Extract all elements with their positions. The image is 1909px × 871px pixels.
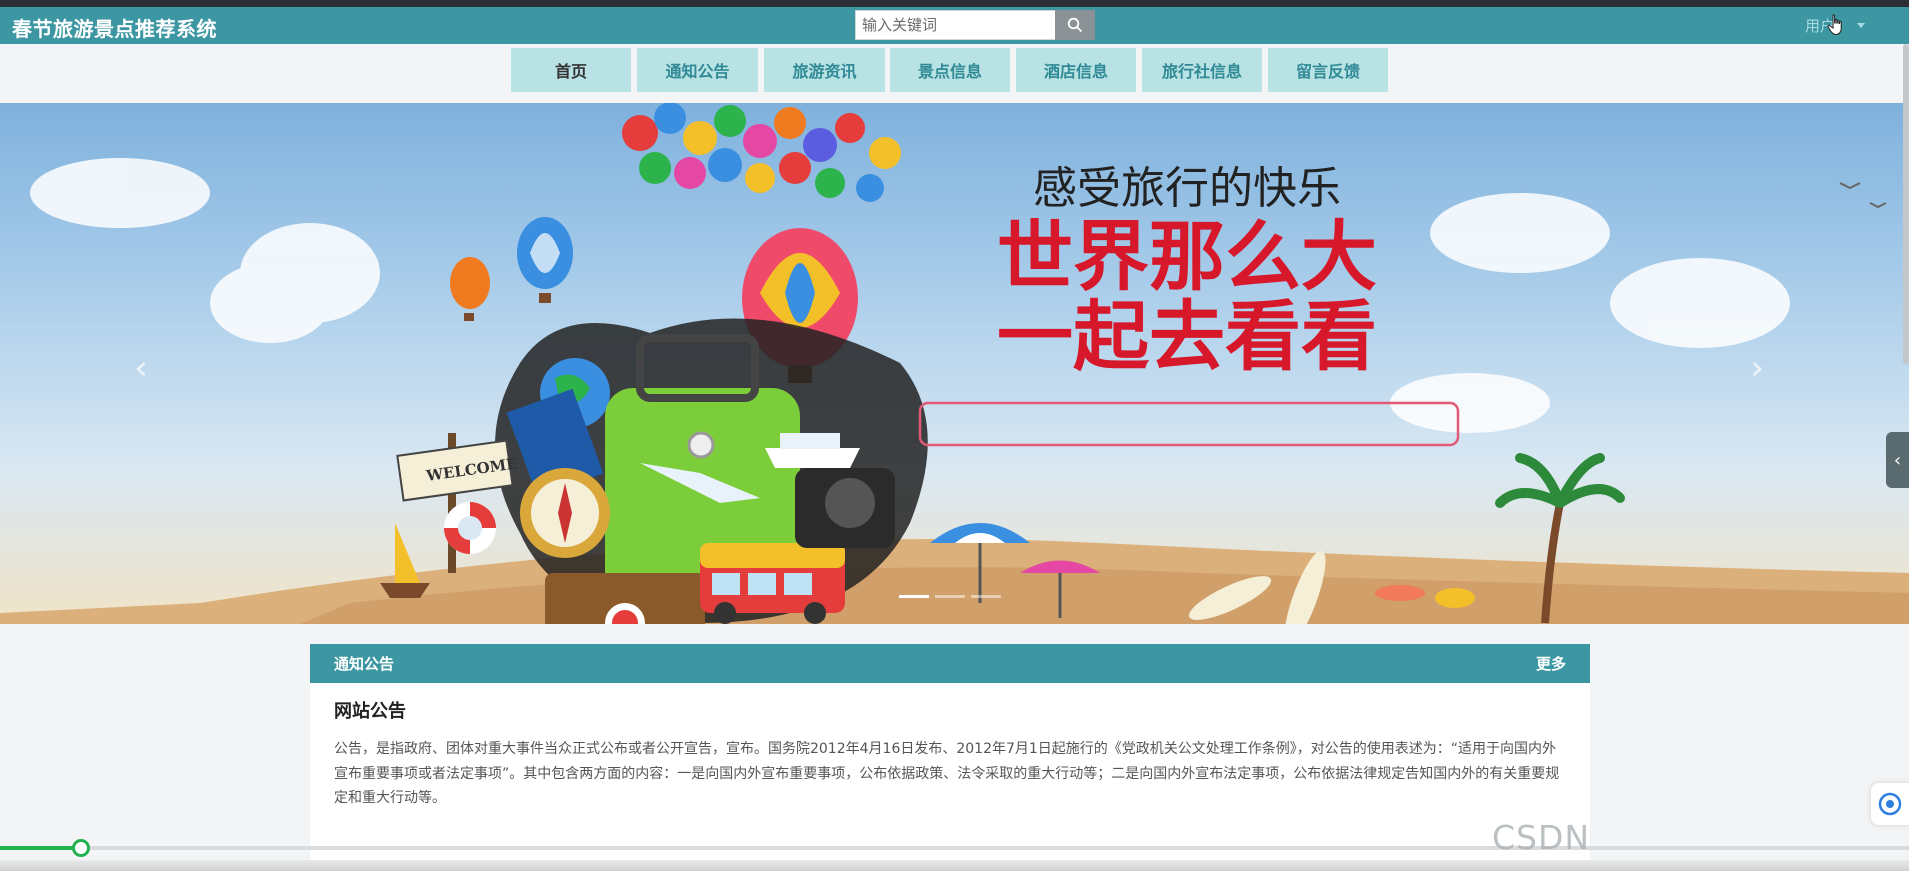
banner-headline-3: 一起去看看 (997, 292, 1377, 381)
search-icon (1067, 17, 1083, 33)
nav-item-notices[interactable]: 通知公告 (637, 48, 758, 92)
video-progress-handle[interactable] (72, 839, 90, 857)
chevron-left-icon: ‹ (134, 348, 148, 388)
side-panel-toggle[interactable]: ‹ (1886, 432, 1909, 488)
banner-headline-2: 世界那么大 (997, 212, 1377, 301)
chevron-down-icon (1857, 23, 1866, 28)
main-nav: 首页 通知公告 旅游资讯 景点信息 酒店信息 旅行社信息 留言反馈 (0, 44, 1909, 96)
nav-item-hotels[interactable]: 酒店信息 (1016, 48, 1136, 92)
notice-item-title[interactable]: 网站公告 (334, 697, 1566, 723)
banner-illustration: WELCOME 感受旅行的快乐 世界那么大 一起去看看 (0, 103, 1909, 624)
notice-item-body: 公告，是指政府、团体对重大事件当众正式公布或者公开宣告，宣布。国务院2012年4… (334, 741, 1560, 806)
chevron-left-icon: ‹ (1893, 449, 1902, 471)
carousel-indicator[interactable] (935, 595, 965, 598)
banner-carousel[interactable]: WELCOME 感受旅行的快乐 世界那么大 一起去看看 ‹ › (0, 103, 1909, 624)
banner-headline-1: 感受旅行的快乐 (1033, 163, 1341, 214)
notice-more-link[interactable]: 更多 (1536, 653, 1566, 674)
carousel-indicator[interactable] (971, 595, 1001, 598)
carousel-prev-button[interactable]: ‹ (126, 351, 156, 385)
nav-item-attractions[interactable]: 景点信息 (890, 48, 1010, 92)
search-button[interactable] (1055, 10, 1095, 40)
search-bar (855, 10, 1095, 40)
nav-item-agencies[interactable]: 旅行社信息 (1142, 48, 1262, 92)
site-title: 春节旅游景点推荐系统 (12, 17, 217, 41)
nav-item-travel-news[interactable]: 旅游资讯 (764, 48, 885, 92)
bottom-bar (0, 860, 1909, 871)
window-top-strip (0, 0, 1909, 7)
chevron-right-icon: › (1750, 348, 1764, 388)
search-input[interactable] (855, 10, 1055, 40)
carousel-indicator[interactable] (899, 595, 929, 598)
carousel-indicators (899, 595, 1001, 598)
video-progress-fill (0, 846, 82, 850)
nav-item-feedback[interactable]: 留言反馈 (1268, 48, 1388, 92)
nav-item-home[interactable]: 首页 (511, 48, 631, 92)
header-bar: 春节旅游景点推荐系统 用户 (0, 7, 1909, 44)
assistant-icon (1878, 792, 1902, 816)
notice-section: 通知公告 更多 网站公告 公告，是指政府、团体对重大事件当众正式公布或者公开宣告… (310, 644, 1590, 871)
page-scrollbar[interactable] (1903, 44, 1909, 364)
notice-header: 通知公告 更多 (310, 644, 1590, 683)
notice-section-title: 通知公告 (334, 655, 395, 673)
hand-cursor-icon (1827, 14, 1842, 36)
carousel-next-button[interactable]: › (1742, 351, 1772, 385)
